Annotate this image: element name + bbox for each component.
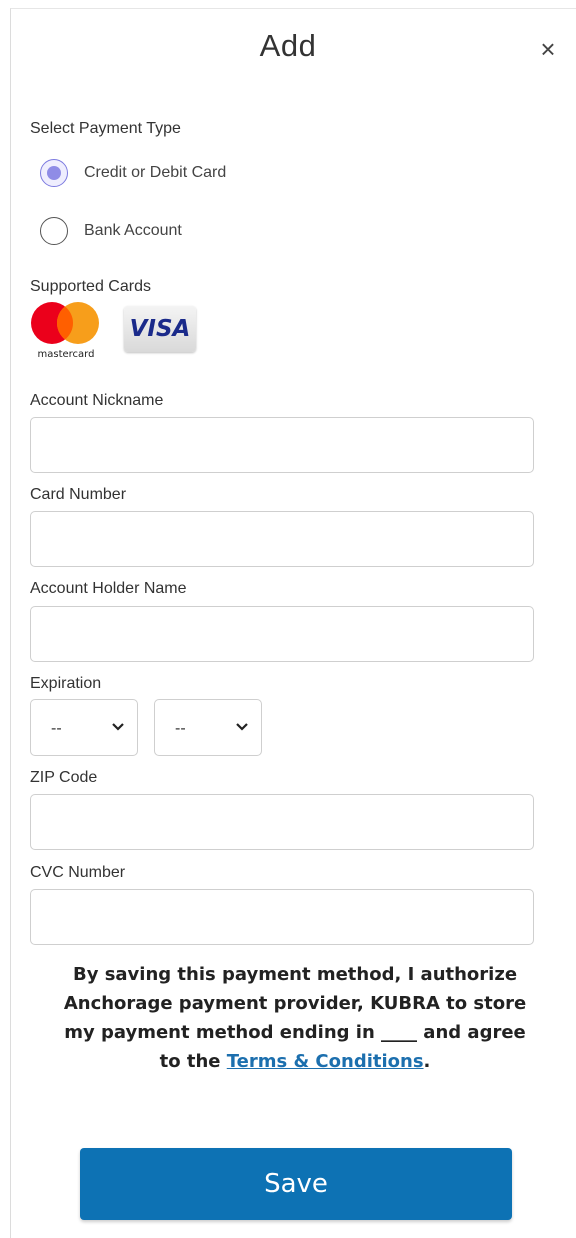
cvc-number-label: CVC Number [30,864,126,881]
terms-conditions-link[interactable]: Terms & Conditions [227,1051,424,1072]
account-holder-name-label: Account Holder Name [30,580,187,597]
account-holder-name-input[interactable] [30,606,534,662]
card-number-label: Card Number [30,486,127,503]
radio-selected-icon[interactable] [40,159,68,187]
card-number-input[interactable] [30,511,534,567]
mastercard-wordmark: mastercard [38,349,95,360]
radio-label-credit-card: Credit or Debit Card [84,164,227,181]
account-nickname-label: Account Nickname [30,392,164,409]
zip-code-input[interactable] [30,794,534,850]
supported-cards-label: Supported Cards [30,278,151,295]
mastercard-logo-icon: mastercard [31,302,99,360]
expiration-year-value: -- [175,720,186,737]
close-icon[interactable]: × [533,34,563,64]
expiration-year-select[interactable]: -- [154,699,262,756]
payment-type-label: Select Payment Type [30,120,181,137]
expiration-label: Expiration [30,675,102,692]
expiration-month-value: -- [51,720,62,737]
save-button[interactable]: Save [80,1148,512,1220]
dialog-title: Add [259,28,317,63]
visa-logo-icon: VISA [124,306,196,352]
account-nickname-input[interactable] [30,417,534,473]
radio-bank-account[interactable]: Bank Account [40,216,182,246]
expiration-month-select[interactable]: -- [30,699,138,756]
chevron-down-icon [236,723,248,731]
visa-wordmark: VISA [129,316,191,342]
radio-unselected-icon[interactable] [40,217,68,245]
radio-credit-debit-card[interactable]: Credit or Debit Card [40,158,226,188]
authorization-text: By saving this payment method, I authori… [60,960,530,1076]
authorization-end: . [423,1051,431,1072]
cvc-number-input[interactable] [30,889,534,945]
chevron-down-icon [112,723,124,731]
zip-code-label: ZIP Code [30,769,98,786]
radio-label-bank-account: Bank Account [84,222,182,239]
